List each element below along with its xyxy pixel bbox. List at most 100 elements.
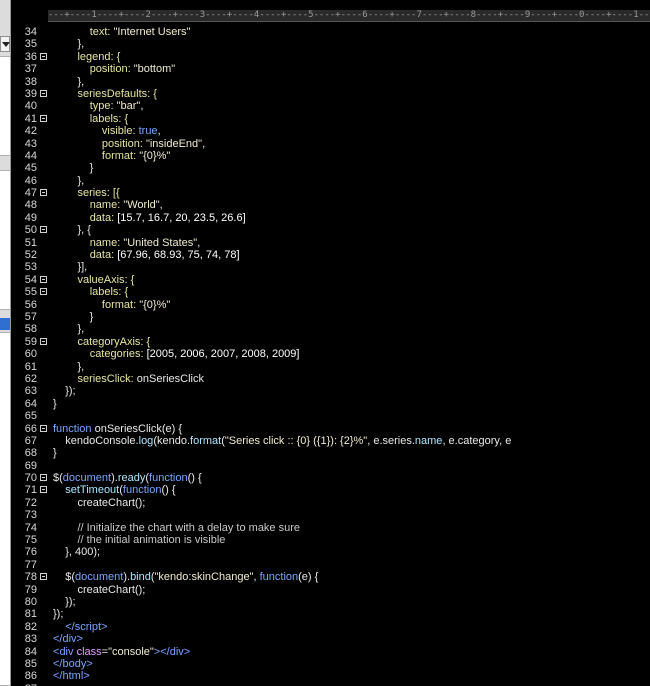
code-line[interactable]: 70 $(document).ready(function() { xyxy=(11,472,650,484)
code-line[interactable]: 44 format: "{0}%" xyxy=(11,150,650,162)
code-line[interactable]: 74 // Initialize the chart with a delay … xyxy=(11,522,650,534)
code-line[interactable]: 72 createChart(); xyxy=(11,497,650,509)
line-number: 43 xyxy=(24,137,37,150)
line-number: 61 xyxy=(24,360,37,373)
code-line[interactable]: 71 setTimeout(function() { xyxy=(11,484,650,496)
code-line[interactable]: 62 seriesClick: onSeriesClick xyxy=(11,373,650,385)
code-text: data: [67.96, 68.93, 75, 74, 78] xyxy=(53,249,240,261)
code-line[interactable]: 79 createChart(); xyxy=(11,584,650,596)
fold-toggle-icon[interactable] xyxy=(40,189,47,197)
fold-toggle-icon[interactable] xyxy=(40,573,47,581)
code-line[interactable]: 68} xyxy=(11,447,650,459)
code-token: > xyxy=(183,645,191,658)
code-line[interactable]: 40 type: "bar", xyxy=(11,100,650,112)
code-text: data: [15.7, 16.7, 20, 23.5, 26.6] xyxy=(53,212,246,224)
code-line[interactable]: 47 series: [{ xyxy=(11,187,650,199)
code-line[interactable]: 39 seriesDefaults: { xyxy=(11,88,650,100)
code-line[interactable]: 63 }); xyxy=(11,385,650,397)
code-text: <div class="console"></div> xyxy=(53,646,190,658)
code-line[interactable]: 57 } xyxy=(11,311,650,323)
fold-toggle-icon[interactable] xyxy=(40,474,47,482)
code-line[interactable]: 34 text: "Internet Users" xyxy=(11,26,650,38)
code-line[interactable]: 45 } xyxy=(11,162,650,174)
code-line[interactable]: 66 function onSeriesClick(e) { xyxy=(11,423,650,435)
code-line[interactable]: 37 position: "bottom" xyxy=(11,63,650,75)
code-line[interactable]: 76 }, 400); xyxy=(11,546,650,558)
code-text: position: "bottom" xyxy=(53,63,175,75)
panel-dropdown[interactable] xyxy=(0,36,10,52)
code-line[interactable]: 73 xyxy=(11,509,650,521)
panel-list[interactable] xyxy=(0,56,10,156)
code-line[interactable]: 52 data: [67.96, 68.93, 75, 74, 78] xyxy=(11,249,650,261)
code-line[interactable]: 69 xyxy=(11,460,650,472)
code-text: function onSeriesClick(e) { xyxy=(53,423,182,435)
fold-toggle-icon[interactable] xyxy=(40,337,47,345)
code-line[interactable]: 58 }, xyxy=(11,323,650,335)
code-line[interactable]: 60 categories: [2005, 2006, 2007, 2008, … xyxy=(11,348,650,360)
code-line[interactable]: 85 </body> xyxy=(11,658,650,670)
code-token: "Internet Users" xyxy=(113,26,191,38)
code-line[interactable]: 77 xyxy=(11,559,650,571)
line-number: 85 xyxy=(24,657,37,670)
fold-toggle-icon[interactable] xyxy=(40,275,47,283)
code-text: }, xyxy=(53,361,84,373)
code-text: series: [{ xyxy=(53,187,119,199)
code-line[interactable]: 61 }, xyxy=(11,361,650,373)
code-token: }); xyxy=(53,608,64,621)
code-line[interactable]: 82 </script> xyxy=(11,621,650,633)
fold-toggle-icon[interactable] xyxy=(40,52,47,60)
code-line[interactable]: 75 // the initial animation is visible xyxy=(11,534,650,546)
column-ruler: ---+----1----+----2----+----3----+----4-… xyxy=(48,10,650,22)
panel-selected-item[interactable] xyxy=(0,318,10,330)
fold-toggle-icon[interactable] xyxy=(40,424,47,432)
code-line[interactable]: 51 name: "United States", xyxy=(11,237,650,249)
code-line[interactable]: 80 }); xyxy=(11,596,650,608)
code-line[interactable]: 67 kendoConsole.log(kendo.format("Series… xyxy=(11,435,650,447)
code-editor[interactable]: 34 text: "Internet Users" 35 }, 36 legend:… xyxy=(11,26,650,686)
code-line[interactable]: 84 <div class="console"></div> xyxy=(11,646,650,658)
code-text: }, xyxy=(53,323,84,335)
line-number: 59 xyxy=(24,335,37,348)
code-line[interactable]: 35 }, xyxy=(11,38,650,50)
code-line[interactable]: 38 }, xyxy=(11,76,650,88)
code-line[interactable]: 83 </div> xyxy=(11,633,650,645)
code-line[interactable]: 42 visible: true, xyxy=(11,125,650,137)
fold-toggle-icon[interactable] xyxy=(40,288,47,296)
code-line[interactable]: 56 format: "{0}%" xyxy=(11,299,650,311)
code-line[interactable]: 53 }], xyxy=(11,261,650,273)
line-number: 53 xyxy=(24,261,37,274)
code-line[interactable]: 54 valueAxis: { xyxy=(11,274,650,286)
code-token: function xyxy=(53,422,95,435)
code-line[interactable]: 41 labels: { xyxy=(11,113,650,125)
fold-toggle-icon[interactable] xyxy=(40,226,47,234)
code-line[interactable]: 50 }, { xyxy=(11,224,650,236)
code-line[interactable]: 36 legend: { xyxy=(11,51,650,63)
fold-toggle-icon[interactable] xyxy=(40,486,47,494)
code-line[interactable]: 64} xyxy=(11,398,650,410)
code-line[interactable]: 81}); xyxy=(11,608,650,620)
code-line[interactable]: 43 position: "insideEnd", xyxy=(11,138,650,150)
panel-list-2[interactable] xyxy=(0,170,10,310)
code-token: }, xyxy=(53,75,85,88)
code-line[interactable]: 59 categoryAxis: { xyxy=(11,336,650,348)
fold-toggle-icon[interactable] xyxy=(40,89,47,97)
code-text: createChart(); xyxy=(53,497,145,509)
code-line[interactable]: 65 xyxy=(11,410,650,422)
code-token: , e.category, e xyxy=(442,434,512,447)
code-line[interactable]: 78 $(document).bind("kendo:skinChange", … xyxy=(11,571,650,583)
line-number: 74 xyxy=(24,521,37,534)
line-number: 77 xyxy=(24,558,37,571)
panel-list-3[interactable] xyxy=(0,332,10,686)
code-token: (e) { xyxy=(298,571,319,584)
line-number: 82 xyxy=(24,620,37,633)
line-number: 51 xyxy=(24,236,37,249)
code-line[interactable]: 48 name: "World", xyxy=(11,199,650,211)
code-line[interactable]: 86 </html> xyxy=(11,670,650,682)
code-token: log xyxy=(138,434,154,447)
code-text: position: "insideEnd", xyxy=(53,138,205,150)
code-line[interactable]: 49 data: [15.7, 16.7, 20, 23.5, 26.6] xyxy=(11,212,650,224)
fold-toggle-icon[interactable] xyxy=(40,114,47,122)
code-line[interactable]: 55 labels: { xyxy=(11,286,650,298)
code-line[interactable]: 46 }, xyxy=(11,175,650,187)
